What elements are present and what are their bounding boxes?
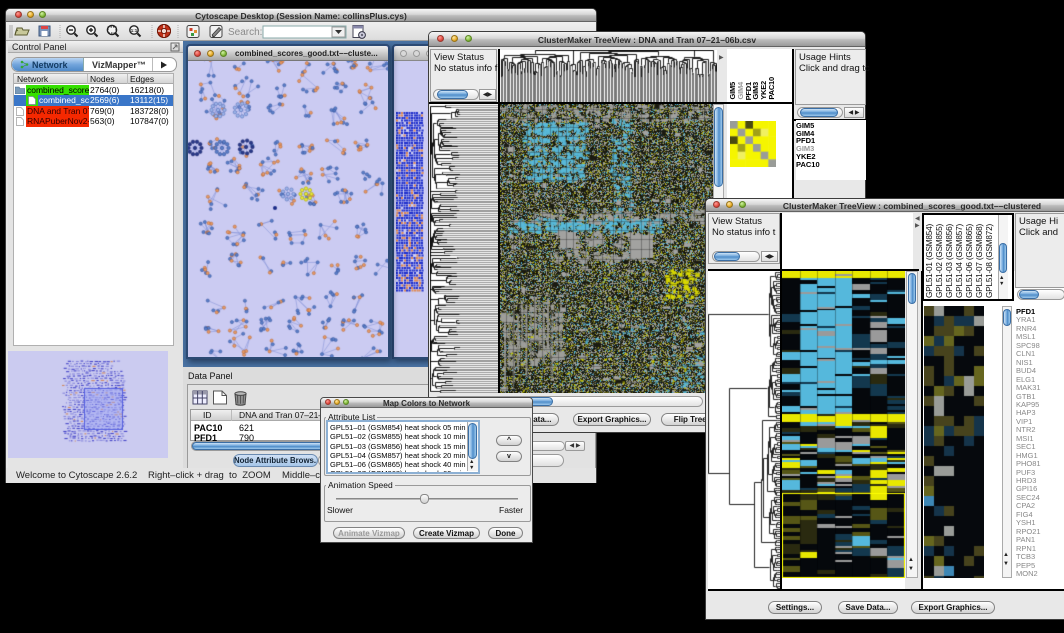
svg-text:1:1: 1:1 xyxy=(131,28,138,33)
svg-text:Search:: Search: xyxy=(228,27,262,38)
